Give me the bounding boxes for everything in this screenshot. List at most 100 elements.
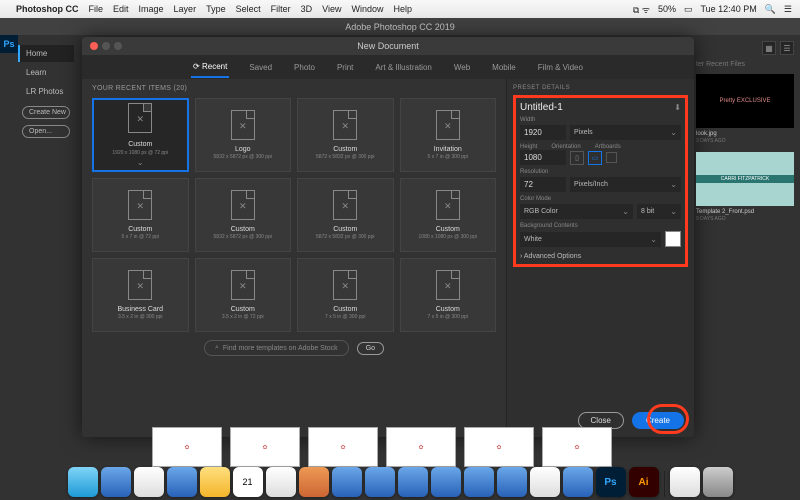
document-icon	[333, 110, 357, 140]
background-select[interactable]: White	[520, 232, 661, 247]
preset-tile[interactable]: Custom1080 x 1080 px @ 300 ppi	[400, 178, 497, 252]
dock-app-icon[interactable]	[101, 467, 131, 497]
resolution-unit-select[interactable]: Pixels/Inch	[570, 177, 681, 192]
grid-view-button[interactable]: ▦	[762, 41, 776, 55]
dock-app-icon[interactable]	[530, 467, 560, 497]
photoshop-logo-icon[interactable]: Ps	[0, 35, 18, 53]
dock-finder-icon[interactable]	[68, 467, 98, 497]
advanced-options-toggle[interactable]: › Advanced Options	[520, 253, 681, 260]
stock-search[interactable]: ⌕Find more templates on Adobe Stock	[204, 340, 349, 356]
sidebar-tab-home[interactable]: Home	[18, 45, 74, 62]
menu-help[interactable]: Help	[393, 4, 412, 14]
width-unit-select[interactable]: Pixels	[570, 125, 681, 140]
preset-dims: 3.5 x 2 in @ 300 ppi	[118, 314, 163, 320]
recent-file-thumb[interactable]: Pretty EXCLUSIVE	[696, 74, 794, 128]
preset-name: Custom	[128, 141, 152, 148]
menu-file[interactable]: File	[89, 4, 104, 14]
dock-folder-icon[interactable]	[670, 467, 700, 497]
tab-saved[interactable]: Saved	[247, 58, 274, 77]
preset-dims: 5 x 7 in @ 72 ppi	[121, 234, 159, 240]
tab-mobile[interactable]: Mobile	[490, 58, 518, 77]
preset-name: Custom	[436, 306, 460, 313]
dock-app-icon[interactable]	[134, 467, 164, 497]
save-preset-icon[interactable]: ⬇	[674, 103, 681, 112]
dock-app-icon[interactable]	[563, 467, 593, 497]
list-view-button[interactable]: ☰	[780, 41, 794, 55]
preset-tile[interactable]: Custom5872 x 5832 px @ 300 ppi	[297, 178, 394, 252]
tab-art[interactable]: Art & Illustration	[373, 58, 433, 77]
preset-tile[interactable]: Custom3.5 x 2 in @ 72 ppi	[195, 258, 292, 332]
sidebar-tab-lrphotos[interactable]: LR Photos	[18, 83, 74, 100]
dock-app-icon[interactable]	[167, 467, 197, 497]
menu-filter[interactable]: Filter	[271, 4, 291, 14]
dock-app-icon[interactable]	[200, 467, 230, 497]
recent-file-thumb[interactable]: CARRI FITZPATRICK	[696, 152, 794, 206]
bit-depth-select[interactable]: 8 bit	[637, 204, 681, 219]
dock-photoshop-icon[interactable]: Ps	[596, 467, 626, 497]
preset-tile[interactable]: Custom7 x 5 in @ 300 ppi	[400, 258, 497, 332]
dock-app-icon[interactable]	[266, 467, 296, 497]
preset-name: Custom	[333, 226, 357, 233]
dock-app-icon[interactable]	[497, 467, 527, 497]
tab-print[interactable]: Print	[335, 58, 355, 77]
tab-recent[interactable]: ⟳ Recent	[191, 57, 229, 78]
menu-select[interactable]: Select	[236, 4, 261, 14]
menu-image[interactable]: Image	[139, 4, 164, 14]
menu-view[interactable]: View	[322, 4, 341, 14]
create-button[interactable]: Create	[632, 412, 684, 429]
tab-web[interactable]: Web	[452, 58, 472, 77]
menu-window[interactable]: Window	[351, 4, 383, 14]
height-input[interactable]	[520, 150, 566, 165]
background-swatch[interactable]	[665, 231, 681, 247]
notifications-icon[interactable]: ☰	[784, 4, 792, 15]
document-icon	[128, 190, 152, 220]
preset-dims: 5832 x 5872 px @ 300 ppi	[214, 234, 272, 240]
dock-app-icon[interactable]	[332, 467, 362, 497]
recent-items-header: YOUR RECENT ITEMS (20)	[92, 85, 496, 92]
preset-tile[interactable]: Business Card3.5 x 2 in @ 300 ppi	[92, 258, 189, 332]
battery-status[interactable]: 50%	[658, 4, 676, 14]
preset-tile[interactable]: Custom1920 x 1080 px @ 72 ppi	[92, 98, 189, 172]
preset-name-input[interactable]: Untitled-1	[520, 102, 563, 113]
preset-name: Invitation	[434, 146, 462, 153]
document-icon	[333, 190, 357, 220]
clock[interactable]: Tue 12:40 PM	[701, 4, 757, 14]
spotlight-icon[interactable]: 🔍	[765, 4, 776, 15]
dock-app-icon[interactable]	[464, 467, 494, 497]
resolution-input[interactable]	[520, 177, 566, 192]
orientation-portrait-button[interactable]: ▯	[570, 151, 584, 165]
tab-photo[interactable]: Photo	[292, 58, 317, 77]
preset-tile[interactable]: Invitation5 x 7 in @ 300 ppi	[400, 98, 497, 172]
sidebar-tab-learn[interactable]: Learn	[18, 64, 74, 81]
dock-app-icon[interactable]	[299, 467, 329, 497]
preset-tile[interactable]: Custom5 x 7 in @ 72 ppi	[92, 178, 189, 252]
dialog-tabs: ⟳ Recent Saved Photo Print Art & Illustr…	[82, 55, 694, 79]
stock-go-button[interactable]: Go	[357, 342, 384, 355]
dock-trash-icon[interactable]	[703, 467, 733, 497]
create-new-button[interactable]: Create New	[22, 106, 70, 119]
menu-layer[interactable]: Layer	[174, 4, 197, 14]
preset-dims: 7 x 5 in @ 300 ppi	[325, 314, 365, 320]
menu-edit[interactable]: Edit	[113, 4, 129, 14]
dock-app-icon[interactable]	[398, 467, 428, 497]
tab-film[interactable]: Film & Video	[536, 58, 585, 77]
preset-tile[interactable]: Custom7 x 5 in @ 300 ppi	[297, 258, 394, 332]
preset-dims: 5 x 7 in @ 300 ppi	[428, 154, 468, 160]
color-mode-select[interactable]: RGB Color	[520, 204, 633, 219]
width-input[interactable]	[520, 125, 566, 140]
wifi-icon[interactable]: ⧉ ᯤ	[633, 3, 650, 16]
preset-tile[interactable]: Logo5832 x 5872 px @ 300 ppi	[195, 98, 292, 172]
dock-app-icon[interactable]	[431, 467, 461, 497]
orientation-landscape-button[interactable]: ▭	[588, 151, 602, 165]
artboards-checkbox[interactable]	[606, 152, 617, 163]
app-name[interactable]: Photoshop CC	[16, 4, 79, 14]
menu-type[interactable]: Type	[206, 4, 226, 14]
open-button[interactable]: Open...	[22, 125, 70, 138]
menu-3d[interactable]: 3D	[301, 4, 313, 14]
preset-tile[interactable]: Custom5832 x 5872 px @ 300 ppi	[195, 178, 292, 252]
dock-calendar-icon[interactable]: 21	[233, 467, 263, 497]
preset-tile[interactable]: Custom5872 x 5832 px @ 300 ppi	[297, 98, 394, 172]
preset-dims: 5832 x 5872 px @ 300 ppi	[214, 154, 272, 160]
dock-illustrator-icon[interactable]: Ai	[629, 467, 659, 497]
dock-app-icon[interactable]	[365, 467, 395, 497]
